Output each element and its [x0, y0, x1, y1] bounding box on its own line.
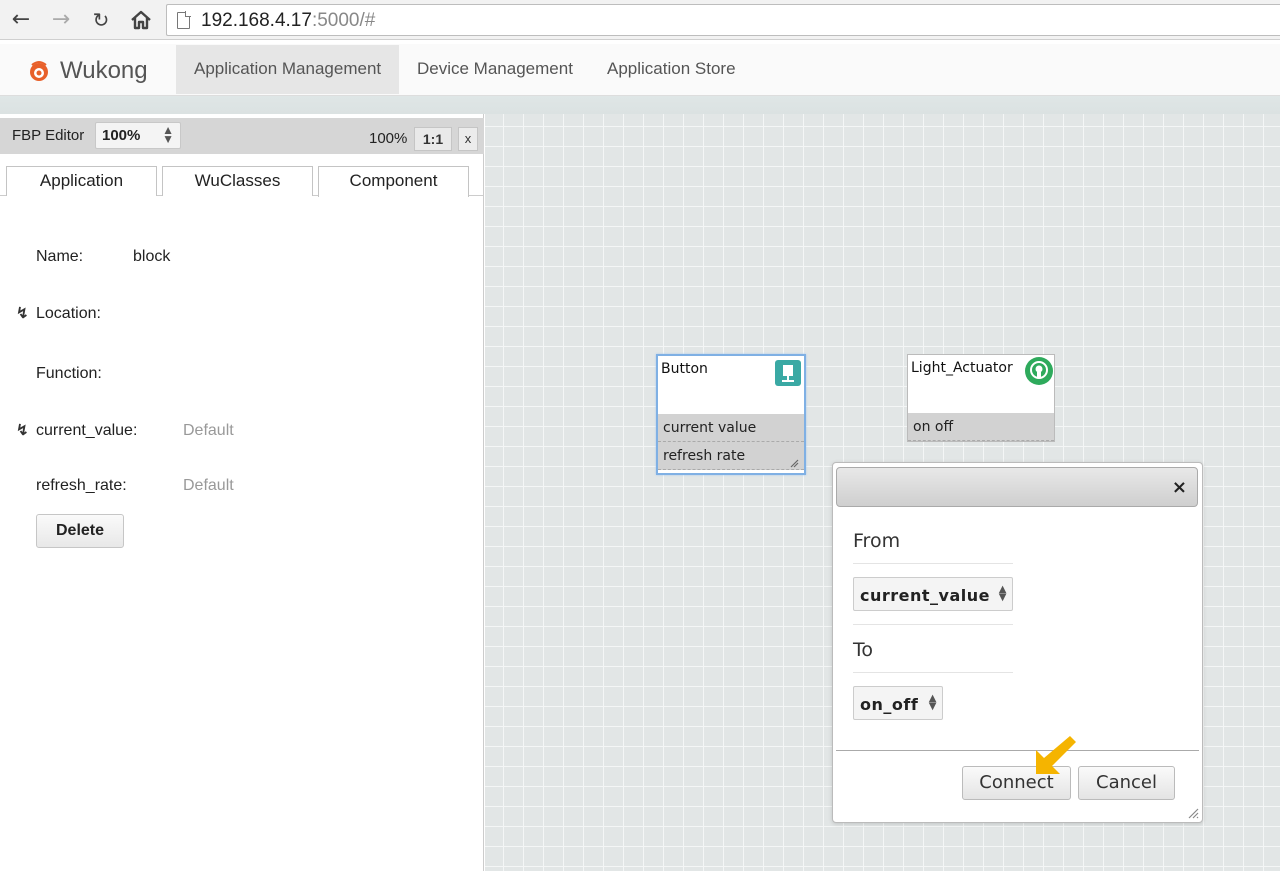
- node-property[interactable]: current value: [658, 414, 804, 442]
- url-text: 192.168.4.17:5000/#: [201, 10, 376, 31]
- dialog-footer-divider: [836, 750, 1199, 751]
- select-arrows-icon: ▲ ▼: [162, 123, 174, 146]
- location-toggle-icon[interactable]: ↯: [16, 304, 29, 322]
- zoom-select[interactable]: 100% ▲ ▼: [95, 122, 181, 149]
- tab-component[interactable]: Component: [318, 166, 469, 197]
- forward-arrow-icon[interactable]: →: [48, 7, 74, 33]
- node-button[interactable]: Button current value refresh rate: [656, 354, 806, 475]
- editor-title: FBP Editor: [12, 127, 85, 144]
- location-label: Location:: [36, 305, 101, 322]
- address-bar[interactable]: 192.168.4.17:5000/#: [166, 4, 1280, 36]
- button-icon: [775, 360, 801, 386]
- home-icon[interactable]: [128, 7, 154, 33]
- back-arrow-icon[interactable]: ←: [8, 7, 34, 33]
- node-title: Light_Actuator: [911, 360, 1013, 376]
- resize-handle-icon[interactable]: [1187, 807, 1199, 819]
- to-select[interactable]: on_off ▲ ▼: [853, 686, 943, 720]
- tab-application[interactable]: Application: [6, 166, 157, 196]
- panel-tabs: Application WuClasses Component: [0, 162, 484, 197]
- resize-handle-icon[interactable]: [790, 459, 799, 468]
- current-value-default[interactable]: Default: [183, 422, 234, 440]
- brand[interactable]: Wukong: [28, 56, 148, 86]
- cancel-button[interactable]: Cancel: [1078, 766, 1175, 800]
- name-value: block: [133, 248, 171, 265]
- node-title: Button: [661, 361, 708, 377]
- close-editor-button[interactable]: x: [458, 127, 478, 151]
- page-icon: [177, 11, 191, 29]
- dialog-titlebar[interactable]: ×: [836, 467, 1198, 507]
- divider: [853, 672, 1013, 673]
- nav-tab-application-management[interactable]: Application Management: [176, 45, 400, 94]
- wukong-logo-icon: [28, 60, 50, 82]
- left-panel: FBP Editor 100% ▲ ▼ 100% 1:1 x Applicatio…: [0, 114, 484, 871]
- function-label: Function:: [36, 365, 102, 382]
- node-properties: current value refresh rate: [658, 414, 804, 470]
- connect-dialog: × From current_value ▲ ▼ To on_off ▲ ▼ Con…: [832, 462, 1203, 823]
- refresh-rate-default[interactable]: Default: [183, 477, 234, 495]
- reset-zoom-button[interactable]: 1:1: [414, 127, 452, 151]
- current-value-label: current_value:: [36, 422, 138, 439]
- select-arrows-icon: ▲ ▼: [998, 584, 1007, 603]
- brand-name: Wukong: [60, 57, 148, 84]
- from-label: From: [853, 530, 901, 552]
- node-property[interactable]: refresh rate: [658, 442, 804, 470]
- fbp-editor-bar: FBP Editor 100% ▲ ▼ 100% 1:1 x: [0, 118, 484, 154]
- zoom-level-label: 100%: [369, 130, 408, 147]
- nav-tab-device-management[interactable]: Device Management: [399, 45, 591, 94]
- app-navbar: Wukong Application Management Device Man…: [0, 44, 1280, 96]
- node-light-actuator[interactable]: Light_Actuator on off: [907, 354, 1055, 442]
- reload-icon[interactable]: ↻: [88, 7, 114, 33]
- light-bulb-icon: [1025, 357, 1053, 385]
- divider: [853, 563, 1013, 564]
- browser-toolbar: ← → ↻ 192.168.4.17:5000/#: [0, 0, 1280, 40]
- name-label: Name:: [36, 248, 84, 265]
- node-properties: on off: [908, 413, 1054, 441]
- close-icon[interactable]: ×: [1172, 477, 1187, 498]
- node-property[interactable]: on off: [908, 413, 1054, 441]
- to-label: To: [853, 639, 874, 661]
- divider: [853, 624, 1013, 625]
- current-value-toggle-icon[interactable]: ↯: [16, 421, 29, 439]
- select-arrows-icon: ▲ ▼: [928, 693, 937, 712]
- delete-button[interactable]: Delete: [36, 514, 124, 548]
- nav-tab-application-store[interactable]: Application Store: [589, 45, 754, 94]
- refresh-rate-label: refresh_rate:: [36, 477, 127, 494]
- pointer-arrow-icon: [1036, 736, 1076, 774]
- navbar-shadow: [0, 96, 1280, 114]
- from-select[interactable]: current_value ▲ ▼: [853, 577, 1013, 611]
- tab-wuclasses[interactable]: WuClasses: [162, 166, 313, 196]
